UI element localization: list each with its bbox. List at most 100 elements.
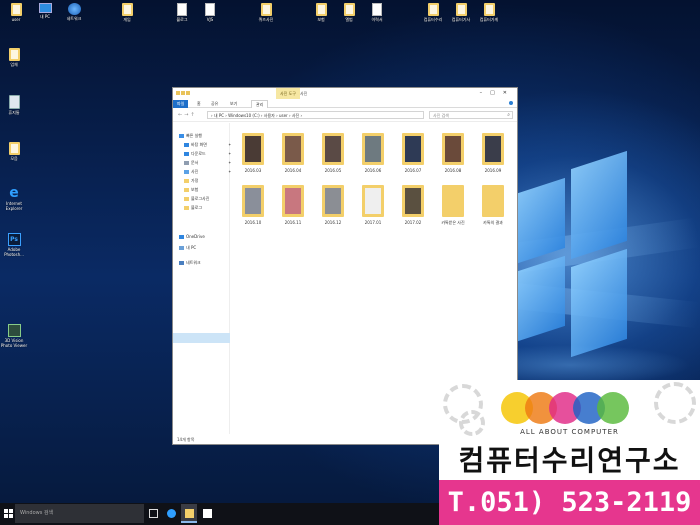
task-view-button[interactable] — [145, 504, 161, 523]
desktop-icon[interactable]: 엘범 — [335, 3, 363, 22]
title-bar[interactable]: 사진 도구 사진 –□✕ — [173, 88, 517, 99]
nav-item[interactable]: 네트워크 — [179, 260, 201, 266]
desktop-icon[interactable]: user — [2, 3, 30, 22]
folder-name: 2016.12 — [324, 220, 342, 225]
folder-name: 2016.04 — [284, 168, 302, 173]
folder-item[interactable]: 카톡받은 사진 — [435, 185, 471, 226]
folder-preview-photo — [445, 136, 461, 162]
nav-item-label: 바탕 화면 — [191, 142, 207, 147]
close-icon[interactable]: ✕ — [503, 90, 515, 96]
minimize-icon[interactable]: – — [480, 90, 491, 96]
taskbar-store[interactable] — [199, 504, 215, 523]
nav-item-label: 보험 — [191, 187, 199, 192]
pin-icon: ✦ — [228, 142, 232, 147]
search-input[interactable]: 사진 검색 ⌕ — [429, 111, 513, 119]
pin-icon: ✦ — [228, 151, 232, 156]
up-arrow-icon[interactable]: ↑ — [190, 112, 196, 118]
folder-preview-photo — [365, 188, 381, 214]
windows-logo-wallpaper — [515, 150, 627, 358]
desktop-icon[interactable]: 블로그 — [168, 3, 196, 22]
desktop-icon[interactable]: 컴퓨터가게 — [475, 3, 503, 22]
nav-item-icon — [184, 143, 189, 147]
nav-item[interactable]: 블로그 — [184, 205, 202, 211]
folder-item[interactable]: 2016.10 — [235, 185, 271, 226]
folder-item[interactable]: 2016.08 — [435, 133, 471, 174]
desktop-icon-label: 블로그 — [176, 17, 188, 22]
taskbar-file-explorer[interactable] — [181, 504, 197, 523]
folder-item[interactable]: 2016.04 — [275, 133, 311, 174]
ribbon-tabs: 파일 홈 공유 보기 관리 — [173, 99, 517, 108]
desktop-icon[interactable]: 퀴즈사진 — [252, 3, 280, 22]
folder-preview-photo — [405, 188, 421, 214]
desktop-icon[interactable]: 네트워크 — [60, 3, 88, 21]
desktop-icon[interactable]: VJS — [196, 3, 224, 22]
folder-item[interactable]: 2016.06 — [355, 133, 391, 174]
desktop-icon[interactable]: 휴지통 — [0, 95, 28, 115]
document-icon — [372, 3, 382, 16]
window-title: 사진 — [300, 91, 308, 96]
tab-picture-tools[interactable]: 사진 도구 — [276, 88, 300, 99]
nav-item[interactable]: 빠른 실행 — [179, 133, 202, 139]
nav-item[interactable]: 가정 — [184, 178, 198, 184]
window-controls[interactable]: –□✕ — [480, 90, 515, 96]
quick-access-toolbar[interactable] — [176, 91, 196, 96]
nav-item-label: 내 PC — [186, 245, 197, 250]
nav-item[interactable]: 사진 ✦ — [184, 169, 231, 175]
address-bar[interactable]: › 내 PC › Windows10 (C:) › 사용자 › user › 사… — [207, 111, 424, 119]
desktop-icon[interactable]: 보험 — [307, 3, 335, 22]
nav-item[interactable]: 다운로드 ✦ — [184, 151, 231, 157]
help-icon[interactable] — [509, 101, 513, 105]
folder-icon — [455, 3, 467, 16]
pin-icon: ✦ — [228, 169, 232, 174]
nav-item[interactable]: 보험 — [184, 187, 198, 193]
folder-item[interactable]: 2016.11 — [275, 185, 311, 226]
folder-item[interactable]: 2016.07 — [395, 133, 431, 174]
desktop-icon[interactable]: 3D Vision Photo Viewer — [0, 324, 28, 348]
desktop-icon[interactable]: 이력서 — [363, 3, 391, 22]
taskbar-search-input[interactable]: Windows 검색 — [15, 504, 144, 523]
tab-view[interactable]: 보기 — [226, 100, 241, 108]
start-button[interactable] — [4, 509, 14, 519]
nav-item[interactable]: 문서 ✦ — [184, 160, 231, 166]
desktop-icon[interactable]: 컴퓨터기사 — [447, 3, 475, 22]
desktop-icon[interactable]: 게임 — [113, 3, 141, 22]
folder-item[interactable]: 2016.03 — [235, 133, 271, 174]
folder-name: 카톡의 결과 — [483, 220, 503, 225]
gear-icon — [654, 382, 696, 424]
desktop-icon-label: 내 PC — [39, 14, 51, 19]
nav-item-icon — [179, 134, 184, 138]
desktop-icon[interactable]: 컴퓨터수리 — [419, 3, 447, 22]
navigation-buttons[interactable]: ←→↑ — [178, 112, 197, 118]
folder-preview-photo — [285, 136, 301, 162]
folder-item[interactable]: 2016.12 — [315, 185, 351, 226]
folder-preview-photo — [445, 188, 461, 214]
folder-item[interactable]: 2016.09 — [475, 133, 511, 174]
tab-manage[interactable]: 관리 — [251, 100, 269, 108]
folder-name: 2016.03 — [244, 168, 262, 173]
desktop-icon-label: 컴퓨터가게 — [479, 17, 499, 22]
nav-item[interactable]: 블로그사진 — [184, 196, 209, 202]
desktop-icon[interactable]: 업체 — [0, 48, 28, 67]
desktop-icon[interactable]: 모음 — [0, 142, 28, 161]
desktop-icon[interactable]: e Internet Explorer — [0, 186, 28, 211]
nav-item-icon — [179, 261, 184, 265]
folder-item[interactable]: 카톡의 결과 — [475, 185, 511, 226]
tab-share[interactable]: 공유 — [207, 100, 222, 108]
desktop-icon[interactable]: Ps Adobe Photosh... — [0, 233, 28, 257]
nav-item[interactable]: 내 PC — [179, 245, 196, 251]
logo-circle — [597, 392, 629, 424]
folder-icon — [242, 185, 264, 217]
nav-item-icon — [179, 246, 184, 250]
tab-home[interactable]: 홈 — [193, 100, 205, 108]
folder-item[interactable]: 2016.05 — [315, 133, 351, 174]
taskbar-edge[interactable] — [163, 504, 179, 523]
folder-item[interactable]: 2017.02 — [395, 185, 431, 226]
folder-icon — [282, 185, 304, 217]
desktop-icon-label: VJS — [206, 17, 214, 22]
maximize-icon[interactable]: □ — [490, 90, 503, 96]
folder-item[interactable]: 2017.01 — [355, 185, 391, 226]
nav-item[interactable]: OneDrive — [179, 234, 205, 240]
nav-item[interactable]: 바탕 화면 ✦ — [184, 142, 231, 148]
desktop-icon[interactable]: 내 PC — [31, 3, 59, 19]
tab-file[interactable]: 파일 — [173, 100, 189, 108]
